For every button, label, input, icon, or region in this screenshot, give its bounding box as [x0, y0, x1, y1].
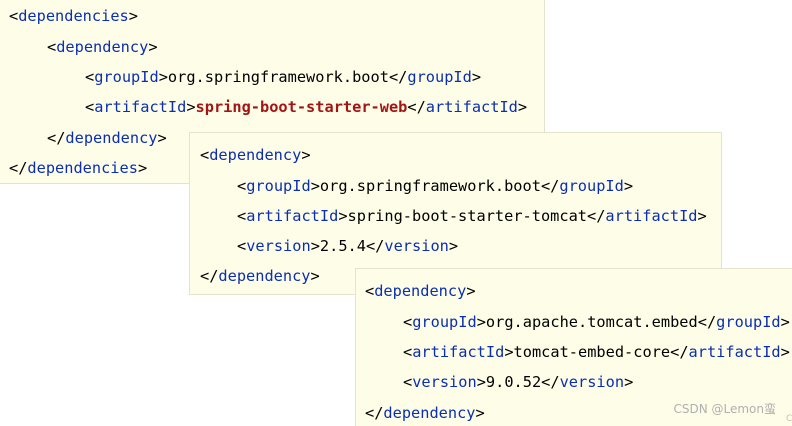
tag-bracket: > [780, 343, 790, 361]
dependency-open-line: <dependency> [365, 281, 476, 301]
tag-bracket: < [365, 282, 375, 300]
tag-name: artifactId [246, 207, 339, 225]
tag-bracket: </ [541, 373, 560, 391]
tag-bracket: > [475, 404, 485, 422]
tag-bracket: > [310, 177, 320, 195]
tag-bracket: > [504, 343, 514, 361]
tag-bracket: </ [365, 237, 385, 255]
tag-bracket: > [448, 237, 459, 255]
tag-name: dependency [209, 146, 302, 164]
tag-name: version [246, 237, 311, 255]
groupid-value: org.apache.tomcat.embed [485, 313, 698, 331]
tag-bracket: > [338, 207, 348, 225]
tag-bracket: < [85, 68, 95, 86]
tag-bracket: > [310, 267, 320, 285]
tag-bracket: < [237, 177, 247, 195]
tag-name: dependency [374, 282, 467, 300]
dependencies-open-line: <dependencies> [9, 6, 138, 26]
tag-bracket: </ [365, 404, 384, 422]
tag-bracket: > [780, 313, 790, 331]
tag-name: groupId [246, 177, 311, 195]
csdn-watermark: CSDN @Lemon蛮 [673, 402, 776, 416]
artifactid-line: <artifactId>tomcat-embed-core</artifactI… [403, 342, 790, 362]
groupid-value: org.springframework.boot [319, 177, 541, 195]
tag-bracket: < [9, 7, 19, 25]
tag-bracket: < [237, 207, 247, 225]
tag-name: dependencies [27, 159, 138, 177]
groupid-value: org.springframework.boot [167, 68, 389, 86]
tag-bracket: </ [407, 98, 426, 116]
artifactid-value: tomcat-embed-core [513, 343, 671, 361]
tag-name: groupId [559, 177, 624, 195]
tag-bracket: < [237, 237, 247, 255]
tag-bracket: > [471, 68, 482, 86]
version-line: <version>9.0.52</version> [403, 372, 633, 392]
tag-bracket: </ [697, 313, 717, 331]
tag-name: dependency [56, 38, 149, 56]
tag-bracket: > [301, 146, 311, 164]
dependency-close-line: </dependency> [47, 128, 167, 148]
tag-name: dependency [218, 267, 311, 285]
tag-bracket: </ [587, 207, 606, 225]
tag-bracket: > [623, 177, 634, 195]
tag-name: version [384, 237, 449, 255]
tag-name: dependencies [18, 7, 129, 25]
tag-bracket: > [148, 38, 158, 56]
tag-bracket: </ [670, 343, 689, 361]
artifactid-value-highlighted: spring-boot-starter-web [195, 98, 408, 116]
csdn-watermark-cut: CS [786, 414, 792, 424]
artifactid-line: <artifactId>spring-boot-starter-tomcat</… [237, 206, 707, 226]
artifactid-line: <artifactId>spring-boot-starter-web</art… [85, 97, 527, 117]
tag-name: groupId [716, 313, 781, 331]
version-line: <version>2.5.4</version> [237, 236, 458, 256]
dependencies-close-line: </dependencies> [9, 158, 147, 178]
tag-name: artifactId [605, 207, 698, 225]
dependency-open-line: <dependency> [200, 145, 311, 165]
groupid-line: <groupId>org.springframework.boot</group… [237, 176, 633, 196]
tag-bracket: < [403, 373, 413, 391]
groupid-line: <groupId>org.apache.tomcat.embed</groupI… [403, 312, 790, 332]
tag-name: groupId [412, 313, 477, 331]
tag-bracket: > [128, 7, 138, 25]
version-value: 2.5.4 [319, 237, 366, 255]
tag-name: dependency [65, 129, 158, 147]
tag-bracket: < [403, 313, 413, 331]
tag-bracket: </ [540, 177, 560, 195]
version-value: 9.0.52 [485, 373, 542, 391]
tag-bracket: < [47, 38, 57, 56]
artifactid-value: spring-boot-starter-tomcat [347, 207, 587, 225]
dependency-open-line: <dependency> [47, 37, 158, 57]
tag-bracket: </ [388, 68, 408, 86]
tag-name: artifactId [412, 343, 505, 361]
tag-bracket: < [403, 343, 413, 361]
tag-bracket: > [476, 313, 486, 331]
tag-name: artifactId [688, 343, 781, 361]
tag-bracket: > [158, 68, 168, 86]
groupid-line: <groupId>org.springframework.boot</group… [85, 67, 481, 87]
tag-name: groupId [94, 68, 159, 86]
tag-name: groupId [407, 68, 472, 86]
tag-name: artifactId [425, 98, 518, 116]
tag-bracket: > [137, 159, 148, 177]
tag-bracket: > [697, 207, 707, 225]
tag-bracket: </ [200, 267, 219, 285]
tag-name: dependency [383, 404, 476, 422]
tag-bracket: > [466, 282, 476, 300]
tag-name: artifactId [94, 98, 187, 116]
tag-bracket: < [200, 146, 210, 164]
tag-bracket: > [186, 98, 196, 116]
tag-bracket: > [476, 373, 486, 391]
tag-bracket: </ [47, 129, 66, 147]
tag-name: version [559, 373, 625, 391]
tag-bracket: < [85, 98, 95, 116]
dependency-close-line: </dependency> [200, 266, 320, 286]
dependency-close-line: </dependency> [365, 403, 485, 423]
tag-bracket: > [517, 98, 528, 116]
tag-bracket: > [624, 373, 634, 391]
tag-bracket: </ [9, 159, 28, 177]
tag-name: version [412, 373, 477, 391]
tag-bracket: > [310, 237, 320, 255]
tag-bracket: > [157, 129, 167, 147]
